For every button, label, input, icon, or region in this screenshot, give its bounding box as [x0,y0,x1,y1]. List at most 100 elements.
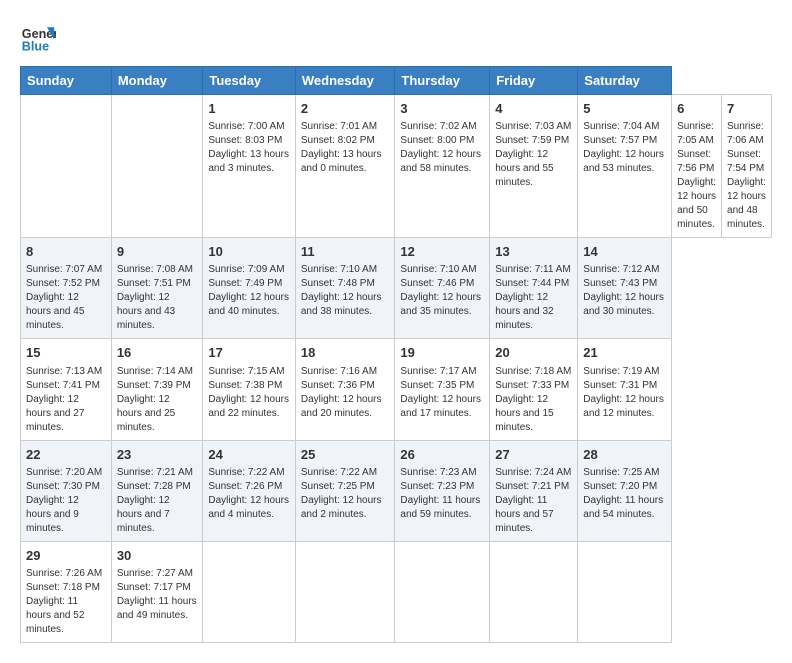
day-info: Sunrise: 7:18 AMSunset: 7:33 PMDaylight:… [495,365,572,435]
calendar-header: SundayMondayTuesdayWednesdayThursdayFrid… [21,67,772,95]
day-number: 25 [301,446,390,464]
day-cell: 10 Sunrise: 7:09 AMSunset: 7:49 PMDayligh… [203,238,296,339]
day-number: 12 [400,243,484,261]
day-cell: 12 Sunrise: 7:10 AMSunset: 7:46 PMDayligh… [395,238,490,339]
day-info: Sunrise: 7:23 AMSunset: 7:23 PMDaylight:… [400,466,484,522]
day-number: 10 [208,243,290,261]
header-thursday: Thursday [395,67,490,95]
day-info: Sunrise: 7:10 AMSunset: 7:46 PMDaylight:… [400,263,484,319]
day-cell: 5Sunrise: 7:04 AMSunset: 7:57 PMDaylight… [578,95,672,238]
day-info: Sunrise: 7:13 AMSunset: 7:41 PMDaylight:… [26,365,106,435]
day-cell: 14 Sunrise: 7:12 AMSunset: 7:43 PMDayligh… [578,238,672,339]
logo: General Blue [20,20,62,56]
day-number: 19 [400,344,484,362]
day-cell [395,541,490,642]
day-number: 28 [583,446,666,464]
day-number: 8 [26,243,106,261]
day-info: Sunrise: 7:25 AMSunset: 7:20 PMDaylight:… [583,466,666,522]
day-info: Sunrise: 7:19 AMSunset: 7:31 PMDaylight:… [583,365,666,421]
day-info: Sunrise: 7:08 AMSunset: 7:51 PMDaylight:… [117,263,198,333]
svg-text:Blue: Blue [22,40,49,54]
day-cell: 29 Sunrise: 7:26 AMSunset: 7:18 PMDayligh… [21,541,112,642]
header-saturday: Saturday [578,67,672,95]
day-info: Sunrise: 7:09 AMSunset: 7:49 PMDaylight:… [208,263,290,319]
day-number: 29 [26,547,106,565]
day-cell: 28 Sunrise: 7:25 AMSunset: 7:20 PMDayligh… [578,440,672,541]
day-info: Sunrise: 7:15 AMSunset: 7:38 PMDaylight:… [208,365,290,421]
header-sunday: Sunday [21,67,112,95]
day-cell: 22 Sunrise: 7:20 AMSunset: 7:30 PMDayligh… [21,440,112,541]
day-cell: 16 Sunrise: 7:14 AMSunset: 7:39 PMDayligh… [111,339,203,440]
week-row: 15Sunrise: 7:13 AMSunset: 7:41 PMDayligh… [21,339,772,440]
day-number: 21 [583,344,666,362]
day-number: 23 [117,446,198,464]
day-info: Sunrise: 7:00 AMSunset: 8:03 PMDaylight:… [208,120,290,176]
day-info: Sunrise: 7:24 AMSunset: 7:21 PMDaylight:… [495,466,572,536]
header-tuesday: Tuesday [203,67,296,95]
day-number: 18 [301,344,390,362]
day-number: 4 [495,100,572,118]
week-row: 1 Sunrise: 7:00 AMSunset: 8:03 PMDaylight… [21,95,772,238]
day-number: 2 [301,100,390,118]
day-cell: 19 Sunrise: 7:17 AMSunset: 7:35 PMDayligh… [395,339,490,440]
day-info: Sunrise: 7:27 AMSunset: 7:17 PMDaylight:… [117,567,198,623]
day-info: Sunrise: 7:16 AMSunset: 7:36 PMDaylight:… [301,365,390,421]
day-number: 22 [26,446,106,464]
day-info: Sunrise: 7:01 AMSunset: 8:02 PMDaylight:… [301,120,390,176]
day-info: Sunrise: 7:14 AMSunset: 7:39 PMDaylight:… [117,365,198,435]
day-cell: 30 Sunrise: 7:27 AMSunset: 7:17 PMDayligh… [111,541,203,642]
day-info: Sunrise: 7:17 AMSunset: 7:35 PMDaylight:… [400,365,484,421]
day-number: 3 [400,100,484,118]
day-cell: 27 Sunrise: 7:24 AMSunset: 7:21 PMDayligh… [490,440,578,541]
day-cell: 7 Sunrise: 7:06 AMSunset: 7:54 PMDaylight… [722,95,772,238]
day-cell: 8Sunrise: 7:07 AMSunset: 7:52 PMDaylight… [21,238,112,339]
day-info: Sunrise: 7:06 AMSunset: 7:54 PMDaylight:… [727,120,766,232]
header-friday: Friday [490,67,578,95]
day-info: Sunrise: 7:22 AMSunset: 7:25 PMDaylight:… [301,466,390,522]
day-info: Sunrise: 7:05 AMSunset: 7:56 PMDaylight:… [677,120,716,232]
day-info: Sunrise: 7:10 AMSunset: 7:48 PMDaylight:… [301,263,390,319]
day-number: 5 [583,100,666,118]
day-cell: 20Sunrise: 7:18 AMSunset: 7:33 PMDayligh… [490,339,578,440]
header-monday: Monday [111,67,203,95]
header-wednesday: Wednesday [295,67,395,95]
logo-icon: General Blue [20,20,56,56]
day-number: 30 [117,547,198,565]
day-cell: 23 Sunrise: 7:21 AMSunset: 7:28 PMDayligh… [111,440,203,541]
day-number: 24 [208,446,290,464]
day-cell [295,541,395,642]
week-row: 8Sunrise: 7:07 AMSunset: 7:52 PMDaylight… [21,238,772,339]
day-cell: 1 Sunrise: 7:00 AMSunset: 8:03 PMDaylight… [203,95,296,238]
day-number: 1 [208,100,290,118]
day-cell: 18 Sunrise: 7:16 AMSunset: 7:36 PMDayligh… [295,339,395,440]
day-info: Sunrise: 7:02 AMSunset: 8:00 PMDaylight:… [400,120,484,176]
day-cell [21,95,112,238]
day-number: 17 [208,344,290,362]
day-cell: 26Sunrise: 7:23 AMSunset: 7:23 PMDayligh… [395,440,490,541]
day-info: Sunrise: 7:12 AMSunset: 7:43 PMDaylight:… [583,263,666,319]
day-info: Sunrise: 7:03 AMSunset: 7:59 PMDaylight:… [495,120,572,190]
day-number: 7 [727,100,766,118]
day-info: Sunrise: 7:21 AMSunset: 7:28 PMDaylight:… [117,466,198,536]
day-info: Sunrise: 7:26 AMSunset: 7:18 PMDaylight:… [26,567,106,637]
calendar-body: 1 Sunrise: 7:00 AMSunset: 8:03 PMDaylight… [21,95,772,643]
day-cell [203,541,296,642]
calendar-table: SundayMondayTuesdayWednesdayThursdayFrid… [20,66,772,643]
day-cell: 15Sunrise: 7:13 AMSunset: 7:41 PMDayligh… [21,339,112,440]
day-info: Sunrise: 7:20 AMSunset: 7:30 PMDaylight:… [26,466,106,536]
day-number: 9 [117,243,198,261]
day-cell: 2 Sunrise: 7:01 AMSunset: 8:02 PMDaylight… [295,95,395,238]
day-cell: 13Sunrise: 7:11 AMSunset: 7:44 PMDayligh… [490,238,578,339]
day-number: 27 [495,446,572,464]
day-cell [490,541,578,642]
day-cell: 17 Sunrise: 7:15 AMSunset: 7:38 PMDayligh… [203,339,296,440]
day-info: Sunrise: 7:22 AMSunset: 7:26 PMDaylight:… [208,466,290,522]
day-number: 16 [117,344,198,362]
day-number: 14 [583,243,666,261]
day-cell: 21 Sunrise: 7:19 AMSunset: 7:31 PMDayligh… [578,339,672,440]
day-cell [578,541,672,642]
page-header: General Blue [20,20,772,56]
week-row: 29 Sunrise: 7:26 AMSunset: 7:18 PMDayligh… [21,541,772,642]
day-cell: 4 Sunrise: 7:03 AMSunset: 7:59 PMDaylight… [490,95,578,238]
day-cell: 25 Sunrise: 7:22 AMSunset: 7:25 PMDayligh… [295,440,395,541]
